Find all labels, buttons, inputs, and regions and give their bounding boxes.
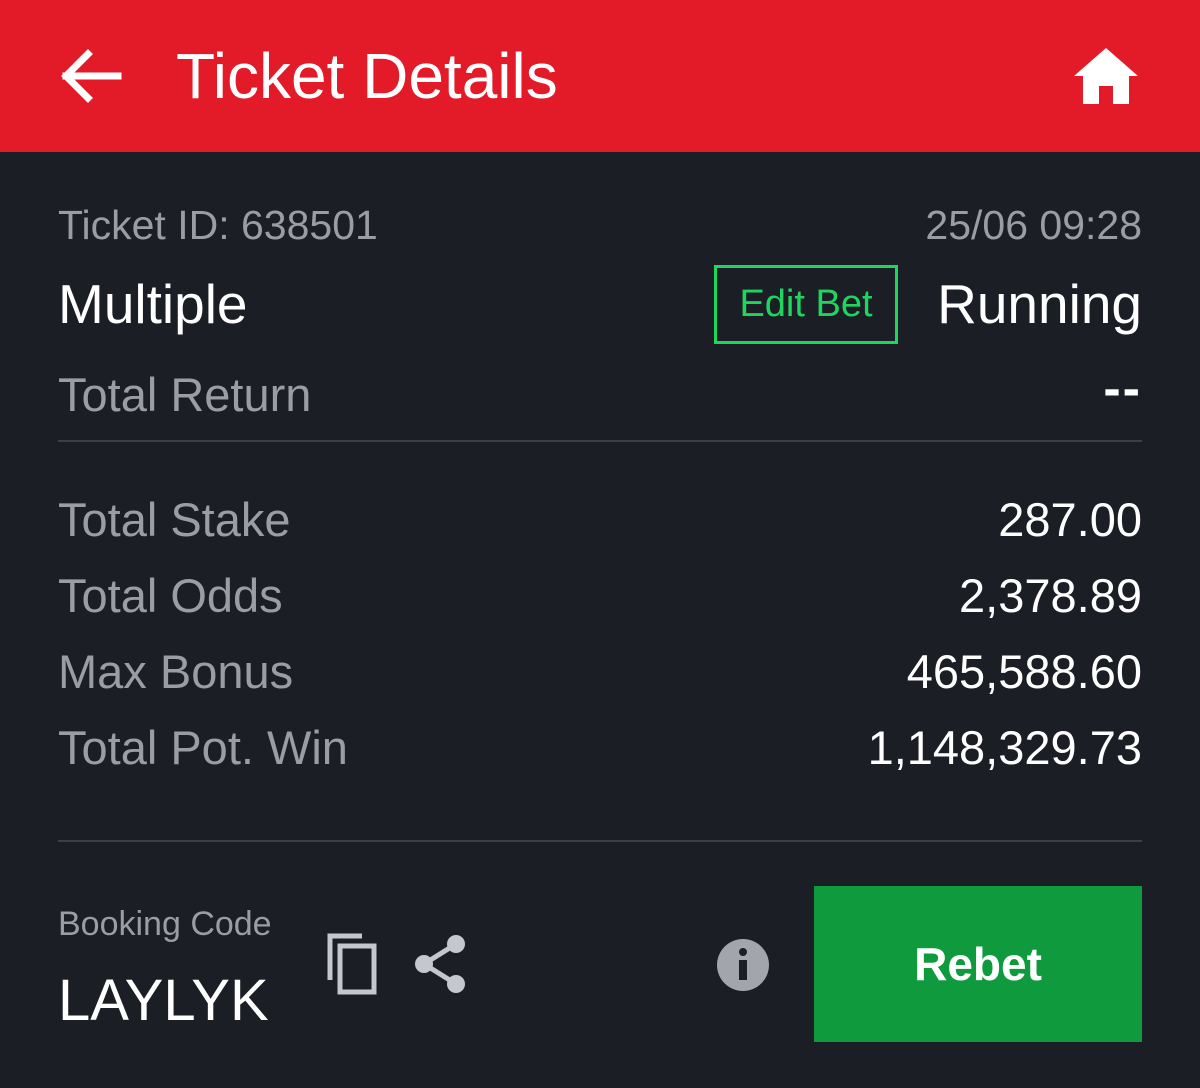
total-pot-win-value: 1,148,329.73 bbox=[867, 721, 1142, 774]
booking-code-value: LAYLYK bbox=[58, 968, 269, 1033]
bet-status: Running bbox=[937, 273, 1142, 335]
bet-type: Multiple bbox=[58, 273, 248, 335]
divider bbox=[58, 440, 1142, 442]
share-button[interactable] bbox=[408, 930, 472, 998]
ticket-datetime: 25/06 09:28 bbox=[925, 202, 1142, 248]
total-return-label: Total Return bbox=[58, 368, 312, 421]
edit-bet-button[interactable]: Edit Bet bbox=[714, 265, 898, 344]
home-icon bbox=[1074, 48, 1138, 104]
copy-button[interactable] bbox=[320, 928, 384, 1000]
arrow-left-icon bbox=[61, 49, 122, 103]
total-odds-value: 2,378.89 bbox=[959, 569, 1142, 622]
app-header: Ticket Details bbox=[0, 0, 1200, 152]
back-button[interactable] bbox=[52, 40, 128, 112]
share-icon bbox=[415, 935, 465, 993]
ticket-content: Ticket ID: 638501 25/06 09:28 Multiple E… bbox=[58, 152, 1142, 1088]
total-stake-value: 287.00 bbox=[998, 493, 1142, 546]
total-pot-win-label: Total Pot. Win bbox=[58, 721, 348, 774]
page-title: Ticket Details bbox=[176, 40, 558, 112]
rebet-button[interactable]: Rebet bbox=[814, 886, 1142, 1042]
total-odds-label: Total Odds bbox=[58, 569, 283, 622]
total-return-value: -- bbox=[1103, 360, 1142, 418]
max-bonus-label: Max Bonus bbox=[58, 645, 294, 698]
divider bbox=[58, 840, 1142, 842]
info-button[interactable] bbox=[714, 936, 772, 994]
total-stake-label: Total Stake bbox=[58, 493, 291, 546]
info-icon bbox=[717, 939, 769, 991]
max-bonus-value: 465,588.60 bbox=[906, 645, 1142, 698]
home-button[interactable] bbox=[1066, 38, 1146, 114]
ticket-id: Ticket ID: 638501 bbox=[58, 202, 378, 248]
copy-icon bbox=[327, 933, 377, 995]
booking-code-label: Booking Code bbox=[58, 905, 272, 943]
